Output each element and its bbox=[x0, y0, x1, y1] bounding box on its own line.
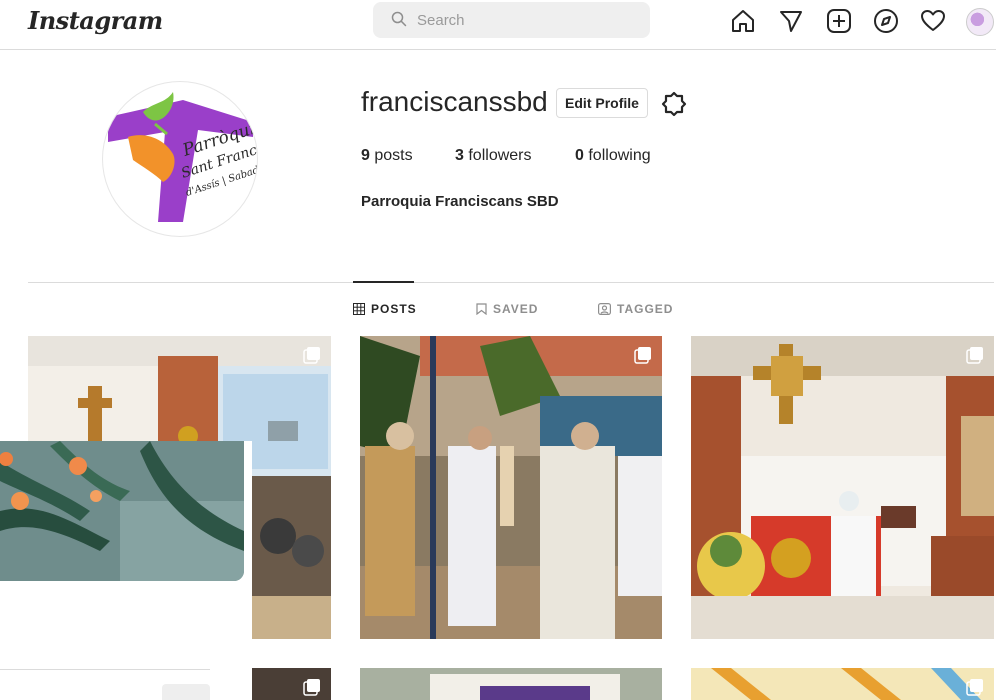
post-image-6 bbox=[691, 668, 994, 700]
post-image-3 bbox=[691, 336, 994, 639]
overlay-popup bbox=[0, 441, 252, 700]
posts-count: 9 bbox=[361, 147, 370, 164]
followers-stat[interactable]: 3 followers bbox=[455, 147, 532, 165]
post-thumbnail[interactable] bbox=[691, 336, 994, 639]
grid-icon bbox=[353, 303, 365, 315]
instagram-logo[interactable]: Instagram bbox=[28, 6, 163, 35]
tab-tagged-label: TAGGED bbox=[617, 302, 674, 316]
edit-profile-button[interactable]: Edit Profile bbox=[556, 88, 648, 118]
direct-icon[interactable] bbox=[778, 8, 804, 34]
popup-divider bbox=[0, 669, 210, 670]
home-icon[interactable] bbox=[730, 8, 756, 34]
multiple-photos-icon bbox=[303, 347, 320, 364]
tab-saved-label: SAVED bbox=[493, 302, 539, 316]
new-post-icon[interactable] bbox=[826, 8, 852, 34]
tab-tagged[interactable]: TAGGED bbox=[598, 302, 673, 316]
search-input[interactable] bbox=[417, 2, 637, 38]
followers-label: followers bbox=[468, 147, 532, 164]
profile-picture[interactable]: Parròquia Sant Francesc d'Assís | Sabade… bbox=[103, 82, 257, 236]
tabs-divider bbox=[28, 282, 994, 283]
profile-full-name: Parroquia Franciscans SBD bbox=[361, 193, 559, 210]
profile-avatar[interactable] bbox=[966, 8, 994, 36]
settings-gear-icon[interactable] bbox=[661, 91, 687, 117]
parish-logo: Parròquia Sant Francesc d'Assís | Sabade… bbox=[108, 92, 257, 222]
activity-icon[interactable] bbox=[920, 8, 946, 34]
top-navigation-bar: Instagram bbox=[0, 0, 996, 50]
explore-icon[interactable] bbox=[873, 8, 899, 34]
multiple-photos-icon bbox=[634, 347, 651, 364]
post-thumbnail[interactable] bbox=[360, 668, 662, 700]
following-label: following bbox=[588, 147, 651, 164]
post-image-2 bbox=[360, 336, 662, 639]
multiple-photos-icon bbox=[303, 679, 320, 696]
multiple-photos-icon bbox=[966, 679, 983, 696]
popup-photo bbox=[0, 441, 244, 581]
followers-count: 3 bbox=[455, 147, 464, 164]
profile-username: franciscanssbd bbox=[361, 86, 548, 117]
posts-label: posts bbox=[374, 147, 413, 164]
posts-stat: 9 posts bbox=[361, 147, 413, 165]
following-count: 0 bbox=[575, 147, 584, 164]
tab-saved[interactable]: SAVED bbox=[476, 302, 538, 316]
multiple-photos-icon bbox=[966, 347, 983, 364]
search-box[interactable] bbox=[373, 2, 650, 38]
popup-image bbox=[0, 441, 244, 581]
tab-posts[interactable]: POSTS bbox=[353, 302, 417, 316]
active-tab-indicator bbox=[353, 281, 414, 283]
post-thumbnail[interactable] bbox=[691, 668, 994, 700]
tag-icon bbox=[598, 303, 611, 315]
post-image-5 bbox=[360, 668, 662, 700]
popup-button[interactable] bbox=[162, 684, 210, 700]
bookmark-icon bbox=[476, 303, 487, 315]
search-icon bbox=[391, 11, 407, 27]
following-stat[interactable]: 0 following bbox=[575, 147, 651, 165]
tab-posts-label: POSTS bbox=[371, 302, 417, 316]
post-thumbnail[interactable] bbox=[360, 336, 662, 639]
